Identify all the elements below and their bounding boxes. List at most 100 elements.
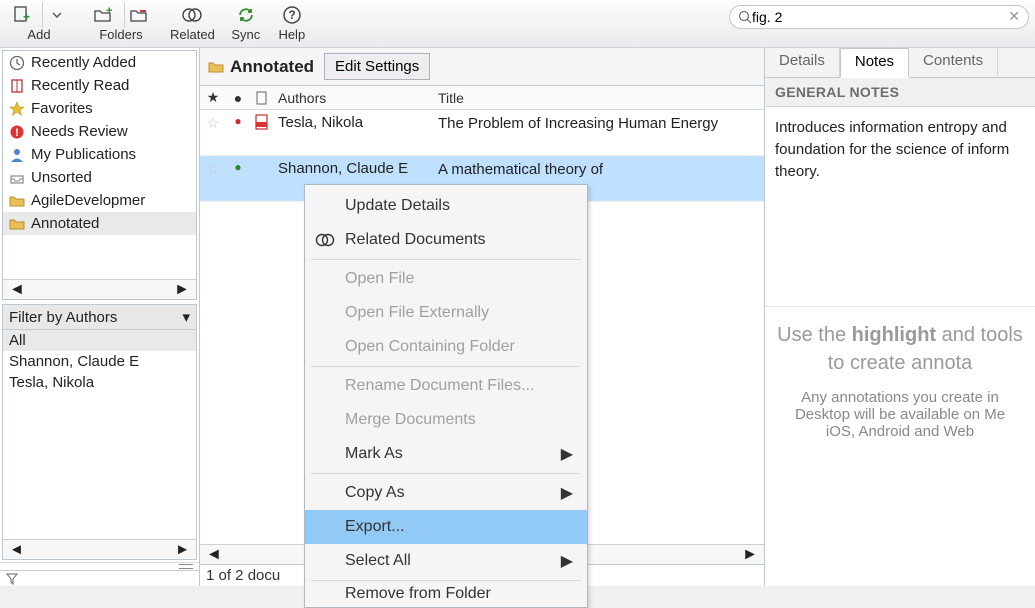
toolbar-help-label: Help (278, 27, 305, 42)
menu-separator (311, 580, 581, 581)
folder-icon (208, 60, 224, 74)
sidebar-item-unsorted[interactable]: Unsorted (3, 166, 196, 189)
filter-resizer[interactable] (0, 562, 199, 570)
read-status-icon[interactable]: ● (226, 114, 250, 128)
table-row[interactable]: ☆ ● Tesla, Nikola The Problem of Increas… (200, 110, 764, 156)
filter-item[interactable]: All (3, 330, 196, 351)
toolbar-add-group[interactable]: + Add (6, 0, 72, 42)
filter-item[interactable]: Shannon, Claude E (3, 351, 196, 372)
tray-icon (9, 170, 25, 186)
submenu-arrow-icon: ▶ (561, 444, 573, 464)
sidebar-scrollbar[interactable]: ◄ ► (3, 279, 196, 299)
svg-text:?: ? (288, 8, 295, 22)
menu-separator (311, 259, 581, 260)
svg-text:!: ! (15, 127, 19, 139)
scroll-right-icon[interactable]: ► (742, 546, 758, 564)
column-authors-label[interactable]: Authors (274, 90, 434, 106)
search-icon (738, 10, 752, 24)
sidebar-item-my-publications[interactable]: My Publications (3, 143, 196, 166)
status-text: 1 of 2 docu (206, 567, 280, 584)
related-icon[interactable] (177, 1, 207, 29)
sync-icon[interactable] (231, 1, 261, 29)
tab-contents[interactable]: Contents (909, 48, 998, 77)
filter-item[interactable]: Tesla, Nikola (3, 372, 196, 393)
menu-item-open-containing-folder: Open Containing Folder (305, 330, 587, 364)
menu-item-select-all[interactable]: Select All▶ (305, 544, 587, 578)
column-document-icon[interactable] (250, 91, 274, 105)
menu-item-label: Merge Documents (345, 411, 476, 429)
sidebar-item-label: AgileDevelopmer (31, 192, 145, 209)
sidebar-item-recently-read[interactable]: Recently Read (3, 74, 196, 97)
toolbar-help-group[interactable]: ? Help (277, 0, 307, 42)
search-input[interactable] (752, 9, 1008, 25)
menu-item-related-documents[interactable]: Related Documents (305, 223, 587, 257)
scroll-left-icon[interactable]: ◄ (206, 546, 222, 564)
sidebar-item-label: My Publications (31, 146, 136, 163)
filter-header[interactable]: Filter by Authors ▾ (2, 304, 197, 330)
remove-folder-icon[interactable] (124, 1, 154, 29)
tab-notes[interactable]: Notes (840, 48, 909, 78)
sidebar-item-label: Favorites (31, 100, 93, 117)
submenu-arrow-icon: ▶ (561, 551, 573, 571)
toolbar-folders-group[interactable]: + Folders (88, 0, 154, 42)
folder-icon (9, 194, 25, 208)
help-icon[interactable]: ? (277, 1, 307, 29)
row-title: A mathematical theory of (434, 160, 764, 180)
sidebar-item-label: Recently Read (31, 77, 129, 94)
add-dropdown-icon[interactable] (42, 1, 72, 29)
column-title-label[interactable]: Title (434, 90, 764, 106)
dropdown-icon[interactable]: ▾ (182, 308, 190, 326)
sidebar-item-recently-added[interactable]: Recently Added (3, 51, 196, 74)
notes-section-header: GENERAL NOTES (765, 78, 1035, 107)
add-document-icon[interactable]: + (6, 1, 36, 29)
menu-item-remove-from-folder[interactable]: Remove from Folder (305, 583, 587, 603)
new-folder-icon[interactable]: + (88, 1, 118, 29)
search-box[interactable]: ✕ (729, 5, 1029, 29)
filter-funnel-icon[interactable] (0, 570, 199, 586)
scroll-right-icon[interactable]: ► (174, 281, 190, 299)
center-header: Annotated Edit Settings (200, 48, 764, 86)
document-type-icon (250, 114, 274, 130)
sidebar-item-label: Recently Added (31, 54, 136, 71)
menu-item-label: Open Containing Folder (345, 338, 515, 356)
favorite-star-icon[interactable]: ☆ (200, 160, 226, 178)
menu-item-update-details[interactable]: Update Details (305, 189, 587, 223)
column-favorite-icon[interactable]: ★ (200, 89, 226, 106)
menu-item-label: Export... (345, 518, 405, 536)
scroll-left-icon[interactable]: ◄ (9, 281, 25, 299)
sidebar-item-agiledevelopmer[interactable]: AgileDevelopmer (3, 189, 196, 212)
toolbar-related-group[interactable]: Related (170, 0, 215, 42)
menu-item-label: Copy As (345, 484, 405, 502)
sidebar-item-needs-review[interactable]: !Needs Review (3, 120, 196, 143)
menu-item-export[interactable]: Export... (305, 510, 587, 544)
general-notes-text[interactable]: Introduces information entropy and found… (765, 107, 1035, 307)
right-panel-tabs: Details Notes Contents (765, 48, 1035, 78)
row-title: The Problem of Increasing Human Energy (434, 114, 764, 134)
alert-icon: ! (9, 124, 25, 140)
center-title: Annotated (208, 57, 314, 77)
menu-item-label: Open File Externally (345, 304, 489, 322)
search-clear-icon[interactable]: ✕ (1008, 8, 1020, 25)
annotations-hint: Use the highlight and tools to create an… (765, 307, 1035, 586)
context-menu[interactable]: Update Details Related Documents Open File… (304, 184, 588, 608)
book-icon (9, 78, 25, 94)
row-authors: Tesla, Nikola (274, 114, 434, 131)
sidebar-item-label: Annotated (31, 215, 99, 232)
edit-settings-button[interactable]: Edit Settings (324, 53, 430, 80)
menu-separator (311, 366, 581, 367)
menu-item-label: Related Documents (345, 231, 486, 249)
toolbar-sync-group[interactable]: Sync (231, 0, 261, 42)
tab-details[interactable]: Details (765, 48, 840, 77)
sidebar-item-annotated[interactable]: Annotated (3, 212, 196, 235)
toolbar-folders-label: Folders (99, 27, 142, 42)
menu-item-copy-as[interactable]: Copy As▶ (305, 476, 587, 510)
read-status-icon[interactable]: ● (226, 160, 250, 174)
favorite-star-icon[interactable]: ☆ (200, 114, 226, 132)
menu-item-mark-as[interactable]: Mark As▶ (305, 437, 587, 471)
column-read-icon[interactable]: ● (226, 90, 250, 106)
scroll-left-icon[interactable]: ◄ (9, 541, 24, 558)
sidebar-item-favorites[interactable]: Favorites (3, 97, 196, 120)
menu-item-label: Open File (345, 270, 414, 288)
toolbar-related-label: Related (170, 27, 215, 42)
scroll-right-icon[interactable]: ► (175, 541, 190, 558)
